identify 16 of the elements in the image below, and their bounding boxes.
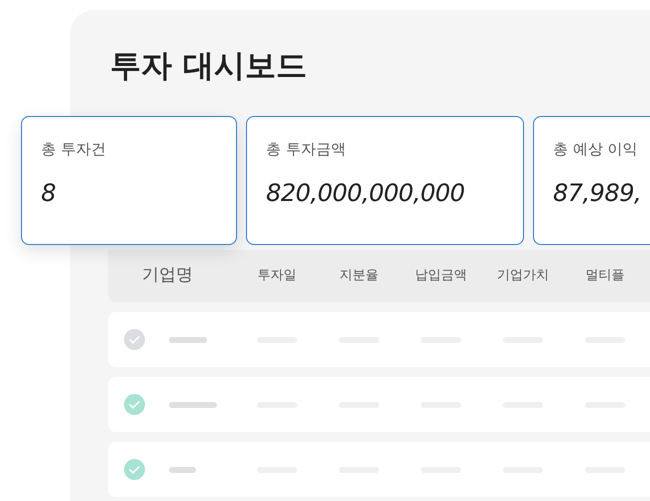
stat-label: 총 투자금액 [266,139,346,160]
column-header: 기업명 [142,265,193,286]
column-header: 기업가치 [497,267,549,286]
skeleton-bar [169,336,207,342]
column-header: 투자일 [258,267,296,286]
dashboard-title: 투자 대시보드 [110,47,307,86]
stat-label: 총 투자건 [41,139,106,160]
stat-label: 총 예상 이익 [553,139,638,160]
column-header: 납입금액 [415,267,467,286]
stat-value: 8 [41,178,56,209]
column-header: 지분율 [340,267,378,286]
skeleton-bar [169,402,217,408]
stat-value: 87,989, [553,178,642,209]
column-header: 멀티플 [586,267,624,286]
stat-value: 820,000,000,000 [266,178,465,209]
skeleton-bar [169,466,196,472]
